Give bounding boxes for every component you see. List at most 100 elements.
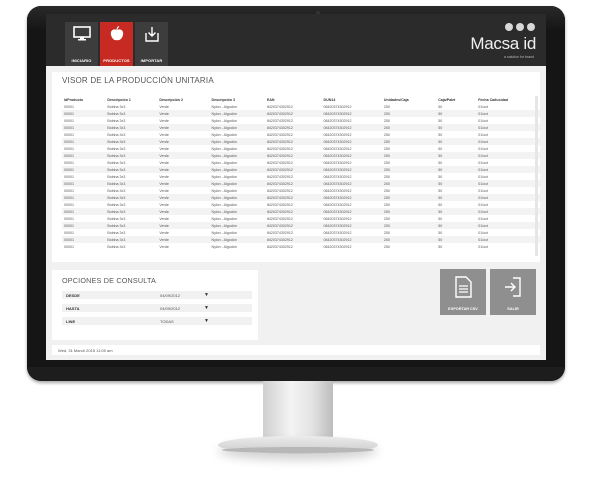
date-from-select[interactable]: DESDE 04/09/2012 ▼: [62, 291, 252, 299]
table-cell: 250: [383, 216, 390, 221]
table-row[interactable]: 00001 Bobina 3x3 Verde Nylon - Algodón 84203…: [62, 131, 540, 138]
table-cell: 250: [383, 160, 390, 165]
table-cell: 50: [438, 244, 443, 249]
table-cell: 50: [436, 152, 477, 159]
table-cell: 00001: [62, 208, 106, 215]
table-cell: Bobina 3x3: [107, 132, 126, 137]
table-row[interactable]: 00001 Bobina 3x3 Verde Nylon - Algodón 84203…: [62, 243, 540, 250]
tab-importar[interactable]: IMPORTAR: [135, 22, 168, 66]
column-header[interactable]: Descripción 3: [209, 96, 264, 103]
window-controls: [505, 23, 535, 31]
table-cell: 8420374302912: [266, 202, 293, 207]
table-cell: 00001: [64, 230, 74, 235]
table-cell: 00001: [64, 244, 74, 249]
export-label: EXPORTAR CSV: [448, 307, 478, 311]
table-row[interactable]: 00001 Bobina 3x3 Verde Nylon - Algodón 84203…: [62, 117, 540, 124]
table-cell: Nylon - Algodón: [211, 202, 237, 207]
table-row[interactable]: 00001 Bobina 3x3 Verde Nylon - Algodón 84203…: [62, 201, 540, 208]
table-row[interactable]: 00001 Bobina 3x3 Verde Nylon - Algodón 84203…: [62, 180, 540, 187]
table-row[interactable]: 00001 Bobina 3x3 Verde Nylon - Algodón 84203…: [62, 124, 540, 131]
table-cell: 250: [383, 244, 390, 249]
table-cell: Bobina 3x3: [105, 152, 158, 159]
table-row[interactable]: 00001 Bobina 3x3 Verde Nylon - Algodón 84203…: [62, 222, 540, 229]
table-cell: Verde: [157, 180, 210, 187]
column-header[interactable]: EAN: [265, 96, 322, 103]
table-cell: 00001: [62, 180, 106, 187]
table-cell: 08420374302912: [323, 160, 352, 165]
column-header[interactable]: Descripción 1: [105, 96, 157, 103]
table-cell: Bobina 3x3: [107, 174, 126, 179]
table-cell: 250: [381, 180, 437, 187]
table-row[interactable]: 00001 Bobina 3x3 Verde Nylon - Algodón 84203…: [62, 159, 540, 166]
table-row[interactable]: 00001 Bobina 3x3 Verde Nylon - Algodón 84203…: [62, 110, 540, 117]
chevron-down-icon[interactable]: ▼: [204, 305, 209, 311]
exit-button[interactable]: SALIR: [490, 269, 536, 315]
table-cell: Nylon - Algodón: [211, 132, 237, 137]
chevron-down-icon[interactable]: ▼: [204, 318, 209, 324]
table-cell: Bobina 3x3: [105, 166, 158, 173]
column-header[interactable]: IdProducto: [62, 96, 105, 103]
table-cell: 8420374302912: [264, 236, 322, 243]
table-cell: 00001: [62, 166, 106, 173]
settings-icon[interactable]: [505, 23, 513, 31]
date-to-select[interactable]: HASTA 04/09/2012 ▼: [62, 304, 252, 312]
line-select[interactable]: LINE TODAS ▼: [62, 317, 252, 325]
table-row[interactable]: 00001 Bobina 3x3 Verde Nylon - Algodón 84203…: [62, 187, 540, 194]
table-cell: 50: [438, 216, 443, 221]
column-header[interactable]: Descripción 2: [157, 96, 209, 103]
export-csv-button[interactable]: EXPORTAR CSV: [440, 269, 486, 315]
table-cell: 250: [381, 208, 437, 215]
table-row[interactable]: 00001 Bobina 3x3 Verde Nylon - Algodón 84203…: [62, 152, 540, 159]
table-row[interactable]: 00001 Bobina 3x3 Verde Nylon - Algodón 84203…: [62, 173, 540, 180]
table-row[interactable]: 00001 Bobina 3x3 Verde Nylon - Algodón 84203…: [62, 103, 540, 110]
table-cell: 01/oct: [478, 202, 488, 207]
table-row[interactable]: 00001 Bobina 3x3 Verde Nylon - Algodón 84203…: [62, 208, 540, 215]
table-cell: 8420374302912: [264, 208, 322, 215]
options-title: OPCIONES DE CONSULTA: [62, 276, 156, 285]
table-cell: Nylon - Algodón: [209, 208, 265, 215]
table-cell: 00001: [64, 202, 74, 207]
table-row[interactable]: 00001 Bobina 3x3 Verde Nylon - Algodón 84203…: [62, 138, 540, 145]
table-row[interactable]: 00001 Bobina 3x3 Verde Nylon - Algodón 84203…: [62, 236, 540, 243]
table-cell: Verde: [159, 146, 169, 151]
table-cell: 50: [438, 118, 443, 123]
table-cell: 01/oct: [478, 118, 488, 123]
column-header[interactable]: DUN14: [322, 96, 382, 103]
table-cell: 01/oct: [476, 138, 540, 145]
minimize-icon[interactable]: [516, 23, 524, 31]
table-cell: 50: [436, 166, 477, 173]
column-header[interactable]: Caja/Palet: [436, 96, 476, 103]
table-cell: Verde: [159, 216, 169, 221]
table-cell: 08420374302912: [321, 110, 382, 117]
table-row[interactable]: 00001 Bobina 3x3 Verde Nylon - Algodón 84203…: [62, 194, 540, 201]
table-cell: 50: [438, 160, 443, 165]
table-cell: Bobina 3x3: [105, 180, 158, 187]
close-icon[interactable]: [527, 23, 535, 31]
table-cell: 01/oct: [478, 104, 488, 109]
table-row[interactable]: 00001 Bobina 3x3 Verde Nylon - Algodón 84203…: [62, 215, 540, 222]
table-cell: 08420374302912: [321, 222, 382, 229]
table-cell: Verde: [157, 124, 210, 131]
table-row[interactable]: 00001 Bobina 3x3 Verde Nylon - Algodón 84203…: [62, 145, 540, 152]
table-cell: Bobina 3x3: [105, 138, 158, 145]
table-cell: 50: [438, 174, 443, 179]
table-cell: 8420374302912: [264, 194, 322, 201]
table-scrollbar[interactable]: [535, 96, 538, 256]
chevron-down-icon[interactable]: ▼: [204, 292, 209, 298]
column-header[interactable]: Fecha Caducidad: [476, 96, 540, 103]
table-cell: Verde: [159, 202, 169, 207]
table-cell: 01/oct: [476, 152, 540, 159]
tab-inicio[interactable]: INICIARIO: [65, 22, 98, 66]
table-cell: 08420374302912: [323, 244, 352, 249]
table-row[interactable]: 00001 Bobina 3x3 Verde Nylon - Algodón 84203…: [62, 166, 540, 173]
table-cell: Bobina 3x3: [107, 202, 126, 207]
table-cell: 01/oct: [476, 166, 540, 173]
table-cell: 01/oct: [478, 132, 488, 137]
table-cell: Bobina 3x3: [107, 216, 126, 221]
table-row[interactable]: 00001 Bobina 3x3 Verde Nylon - Algodón 84203…: [62, 229, 540, 236]
tab-productos[interactable]: PRODUCTOS: [100, 22, 133, 66]
table-cell: Nylon - Algodón: [211, 244, 237, 249]
table-cell: Bobina 3x3: [105, 236, 158, 243]
column-header[interactable]: Unidades/Caja: [382, 96, 436, 103]
table-cell: Nylon - Algodón: [211, 104, 237, 109]
